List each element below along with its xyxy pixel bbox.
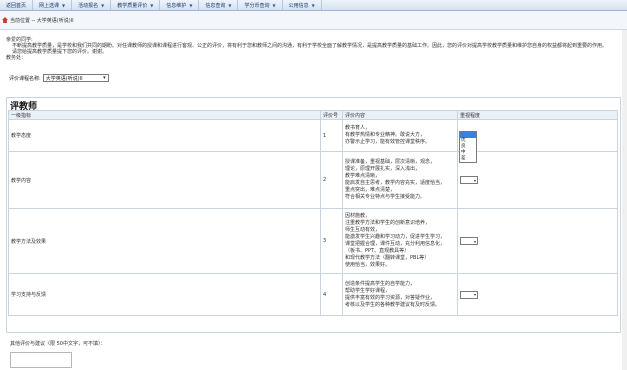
content-cell: 创造条件提高学生的自学能力， 帮助学生学好课程， 提供丰富有效的学习资源，对答疑作业…: [342, 273, 458, 316]
location-icon: [2, 17, 8, 23]
nav-item-3[interactable]: 教学质量评价 ▼: [111, 0, 161, 10]
content-line: 教书育人，: [345, 125, 371, 131]
notice-section-label: 教务处：: [6, 55, 27, 61]
evaluation-table: 一级指标 评价号 评价内容 重视程度 教学态度 1 教书育人， 有教学热情和专业精神。…: [8, 110, 618, 316]
rating-select[interactable]: ▾: [460, 237, 478, 245]
content-line: 有教学热情和专业精神。敢说大方，: [345, 132, 426, 138]
content-line: （板书、PPT、直观教具等）: [345, 248, 410, 254]
scrollbar[interactable]: [622, 30, 627, 370]
header-content: 评价内容: [342, 110, 458, 120]
nav-item-label: 信息维护: [166, 2, 187, 9]
nav-item-label: 学分币查询: [244, 2, 270, 9]
table-row: 学习支持与反馈 4 创造条件提高学生的自学能力， 帮助学生学好课程， 提供丰富有效的学习…: [8, 273, 618, 316]
caret-down-icon: ▼: [101, 2, 105, 8]
table-row: 教学态度 1 教书育人， 有教学热情和专业精神。敢说大方， 亦警示止学习，能有效管控课堂…: [8, 119, 618, 152]
number-cell: 2: [320, 151, 343, 209]
nav-item-1[interactable]: 网上选课 ▼: [33, 0, 73, 10]
nav-item-0[interactable]: 返回首页: [0, 0, 34, 10]
nav-item-label: 活动报名: [78, 2, 99, 9]
header-indicator: 一级指标: [8, 110, 321, 120]
caret-down-icon: ▼: [150, 2, 154, 8]
header-rating: 重视程度: [457, 110, 618, 120]
breadcrumb: 当前位置 -- 大学英语(听说)II: [10, 17, 74, 24]
caret-down-icon: ▼: [228, 2, 232, 8]
caret-down-icon: ▼: [62, 2, 66, 8]
rating-select[interactable]: ▾: [460, 290, 478, 299]
chevron-down-icon: ▾: [473, 177, 476, 183]
content-line: 能激发学生兴趣和学习动力，促进学生学习，: [345, 234, 446, 240]
table-row: 教学内容 2 授课准备，重视基础，层次清晰，观念， 理论，原理开展扎实，深入浅出， 教学…: [8, 151, 618, 209]
course-row: 评价课程名称: 大学英语(听说)II ▾: [9, 74, 109, 82]
course-label: 评价课程名称:: [9, 75, 41, 82]
caret-down-icon: ▼: [272, 2, 276, 8]
number-cell: 3: [320, 208, 343, 274]
rating-dropdown-list[interactable]: 优良中差: [459, 131, 477, 163]
content-line: 教学难点清晰，: [345, 173, 381, 179]
number-cell: 1: [320, 119, 343, 152]
caret-down-icon: ▼: [189, 2, 193, 8]
rating-cell: [457, 119, 618, 152]
indicator-cell: 教学方法及效果: [8, 208, 321, 274]
nav-item-4[interactable]: 信息维护 ▼: [160, 0, 200, 10]
content-cell: 授课准备，重视基础，层次清晰，观念， 理论，原理开展扎实，深入浅出， 教学难点清晰，…: [342, 151, 458, 209]
content-line: 理论，原理开展扎实，深入浅出，: [345, 166, 421, 172]
course-select-value: 大学英语(听说)II: [45, 75, 83, 82]
nav-item-2[interactable]: 活动报名 ▼: [72, 0, 112, 10]
content-line: 因材施教，: [345, 213, 371, 219]
content-line: 帮助学生学好课程，: [345, 287, 391, 294]
content-cell: 教书育人， 有教学热情和专业精神。敢说大方， 亦警示止学习，能有效管控课堂秩序。: [342, 119, 458, 152]
rating-cell: ▾: [457, 151, 618, 209]
content-line: 和现代教学方法（翻转课堂，PBL等）: [345, 255, 430, 261]
indicator-cell: 学习支持与反馈: [8, 273, 321, 316]
caret-down-icon: ▼: [311, 2, 315, 8]
nav-item-label: 教学质量评价: [117, 2, 148, 9]
header-number: 评价号: [320, 110, 343, 120]
nav-item-label: 信息查询: [205, 2, 226, 9]
rating-option[interactable]: 差: [460, 156, 476, 162]
nav-item-7[interactable]: 公用信息 ▼: [283, 0, 322, 10]
nav-item-label: 公用信息: [288, 2, 309, 9]
top-navigation: 返回首页 网上选课 ▼ 活动报名 ▼ 教学质量评价 ▼ 信息维护 ▼ 信息查询 ▼ 学分币查询 ▼ 公用信…: [0, 0, 627, 11]
table-header-row: 一级指标 评价号 评价内容 重视程度: [8, 110, 618, 120]
nav-item-6[interactable]: 学分币查询 ▼: [238, 0, 283, 10]
content-line: 使用恰当，效果好。: [345, 262, 391, 268]
indicator-cell: 教学态度: [8, 119, 321, 152]
content-line: 授课准备，重视基础，层次清晰，观念，: [345, 159, 436, 165]
nav-item-label: 网上选课: [39, 2, 60, 9]
rating-cell: ▾: [457, 273, 618, 316]
rating-select[interactable]: ▾: [460, 176, 478, 184]
chevron-down-icon: ▾: [473, 238, 476, 244]
content-line: 注重教学方法和学生的创新意识培养，: [345, 220, 431, 226]
content-line: 创造条件提高学生的自学能力，: [345, 280, 416, 287]
breadcrumb-bar: 当前位置 -- 大学英语(听说)II: [0, 11, 627, 30]
content-line: 课堂把握合理，课件互动，充分利用信息化，: [345, 241, 446, 247]
content-line: 师生互动有效，: [345, 227, 381, 233]
suggestion-textarea[interactable]: [10, 352, 72, 368]
number-cell: 4: [320, 273, 343, 316]
course-select[interactable]: 大学英语(听说)II ▾: [42, 74, 109, 82]
table-row: 教学方法及效果 3 因材施教， 注重教学方法和学生的创新意识培养， 师生互动有效， 能激发…: [8, 208, 618, 274]
content-cell: 因材施教， 注重教学方法和学生的创新意识培养， 师生互动有效， 能激发学生兴趣和学习动…: [342, 208, 458, 274]
content-line: 重点突出，难点清楚，: [345, 187, 396, 193]
content-line: 考核以及学生的各种教学建议有及时反馈。: [345, 301, 441, 308]
notice-text: 亲爱的同学: 不断提高教学质量，是学校和我们共同的期盼。对任课教师的授课和课程进…: [6, 37, 621, 61]
content-line: 符合相关专业特点与学生接受能力。: [345, 194, 426, 200]
rating-cell: ▾: [457, 208, 618, 274]
chevron-down-icon: ▾: [103, 75, 106, 81]
content-line: 亦警示止学习，能有效管控课堂秩序。: [345, 139, 431, 145]
content-line: 能启发自主思考，教学内容充实，适度恰当，: [345, 180, 446, 186]
nav-item-5[interactable]: 信息查询 ▼: [199, 0, 239, 10]
content-line: 提供丰富有效的学习资源，对答疑作业，: [345, 294, 436, 301]
suggestion-label: 其他评价与建议（限 50中文字，可不填）：: [10, 341, 106, 347]
chevron-down-icon: ▾: [473, 292, 476, 297]
indicator-cell: 教学内容: [8, 151, 321, 209]
nav-item-label: 返回首页: [6, 2, 27, 9]
